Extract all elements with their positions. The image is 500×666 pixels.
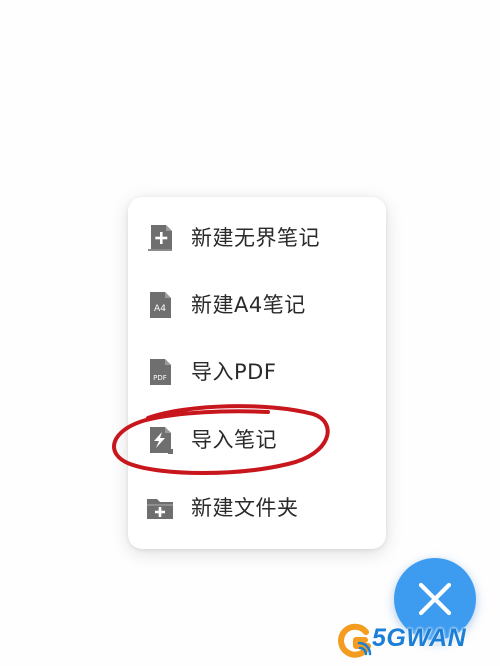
menu-item-import-pdf[interactable]: PDF 导入PDF: [128, 341, 386, 401]
menu-item-label: 新建A4笔记: [191, 293, 306, 317]
import-note-icon: [150, 427, 173, 454]
menu-item-label: 新建文件夹: [191, 496, 299, 520]
new-folder-icon: [147, 499, 173, 519]
new-infinite-note-icon: [148, 225, 172, 251]
menu-item-import-note[interactable]: 导入笔记: [128, 409, 386, 469]
watermark-text: 5GWAN: [372, 624, 467, 652]
a4-note-icon: A4: [150, 292, 171, 318]
menu-item-label: 新建无界笔记: [191, 226, 320, 250]
menu-item-label: 导入PDF: [191, 360, 277, 384]
menu-item-new-folder[interactable]: 新建文件夹: [128, 477, 386, 537]
menu-item-label: 导入笔记: [191, 428, 277, 452]
close-icon: [418, 582, 452, 616]
a4-icon-text: A4: [154, 304, 166, 314]
pdf-icon-text: PDF: [153, 374, 167, 382]
watermark-logo: 5GWAN: [330, 618, 500, 666]
menu-item-new-infinite-note[interactable]: 新建无界笔记: [128, 207, 386, 267]
pdf-file-icon: PDF: [150, 359, 171, 385]
watermark-g-icon: [338, 623, 372, 658]
menu-item-new-a4-note[interactable]: A4 新建A4笔记: [128, 274, 386, 334]
screen: 新建无界笔记 A4 新建A4笔记 PDF 导入PDF 导入笔记 新建文件夹 5G…: [0, 0, 500, 666]
new-item-menu: 新建无界笔记 A4 新建A4笔记 PDF 导入PDF 导入笔记 新建文件夹: [128, 197, 386, 549]
